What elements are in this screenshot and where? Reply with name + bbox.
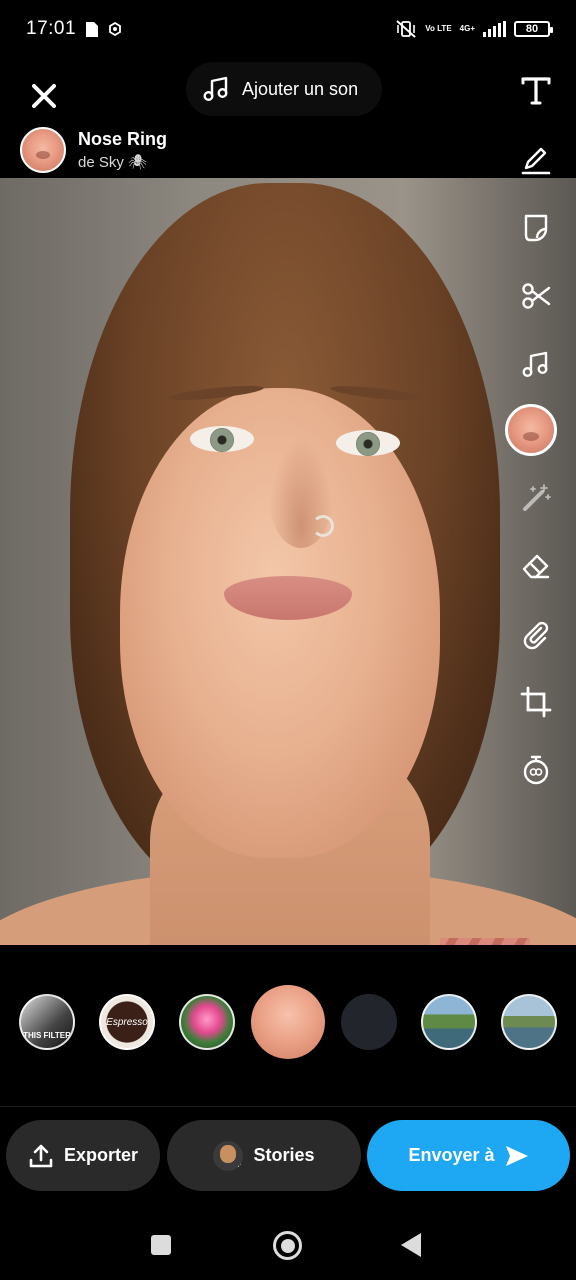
- lens-thumb-espresso[interactable]: Espresso: [99, 994, 155, 1050]
- muted-vibrate-icon: [396, 20, 416, 38]
- volte-badge: Vo LTE: [425, 24, 452, 33]
- photo-eye-left: [190, 426, 254, 452]
- upload-icon: [29, 1144, 53, 1167]
- lens-thumb-espresso-label: Espresso: [106, 1016, 148, 1028]
- stories-button[interactable]: Stories: [167, 1120, 361, 1191]
- lens-avatar[interactable]: [20, 127, 66, 173]
- export-button[interactable]: Exporter: [6, 1120, 160, 1191]
- lens-info[interactable]: Nose Ring de Sky 🕷: [20, 127, 167, 173]
- send-arrow-icon: [505, 1145, 528, 1166]
- add-sound-button[interactable]: Ajouter un son: [186, 62, 382, 116]
- system-nav-bar: [0, 1210, 576, 1280]
- timer-tool-button[interactable]: [518, 752, 554, 788]
- recents-button[interactable]: [151, 1235, 171, 1255]
- lens-thumb-nose-ring[interactable]: [251, 985, 325, 1059]
- eraser-tool-button[interactable]: [518, 548, 554, 584]
- home-button[interactable]: [273, 1231, 302, 1260]
- crop-icon: [520, 686, 552, 718]
- attach-tool-button[interactable]: [518, 616, 554, 652]
- lens-thumb-landscape-2[interactable]: [501, 994, 557, 1050]
- lens-author: de Sky 🕷: [78, 154, 148, 171]
- back-button[interactable]: [401, 1233, 421, 1257]
- photo-preview[interactable]: [0, 178, 576, 945]
- send-to-label: Envoyer à: [408, 1145, 495, 1165]
- timer-icon: [523, 755, 549, 785]
- status-bar: 17:01 Vo LTE 4G+ 80: [0, 0, 576, 58]
- stories-label: Stories: [253, 1145, 315, 1165]
- photo-eye-right: [336, 430, 400, 456]
- export-label: Exporter: [63, 1145, 139, 1165]
- crop-tool-button[interactable]: [518, 684, 554, 720]
- file-icon: [86, 21, 99, 37]
- magic-tool-button[interactable]: [518, 480, 554, 516]
- settings-hex-icon: [109, 22, 121, 36]
- nose-ring-overlay: [312, 515, 334, 537]
- paperclip-icon: [523, 621, 549, 650]
- bitmoji-avatar-icon: [213, 1140, 244, 1171]
- lens-carousel[interactable]: THIS FILTER Espresso: [0, 985, 576, 1059]
- eraser-icon: [522, 554, 550, 579]
- lens-thumb-bw[interactable]: THIS FILTER: [19, 994, 75, 1050]
- action-bar: Exporter Stories Envoyer à: [0, 1106, 576, 1206]
- lens-thumb-landscape-1[interactable]: [421, 994, 477, 1050]
- close-button[interactable]: [26, 78, 62, 114]
- send-to-button[interactable]: Envoyer à: [367, 1120, 570, 1191]
- close-icon: [32, 84, 56, 108]
- lens-thumb-dark[interactable]: [341, 994, 397, 1050]
- magic-wand-icon: [523, 484, 551, 511]
- lens-title: Nose Ring: [78, 129, 168, 149]
- add-sound-label: Ajouter un son: [242, 78, 359, 99]
- status-time: 17:01: [26, 18, 77, 39]
- lens-thumb-bw-label: THIS FILTER: [23, 1030, 71, 1040]
- edit-toolbar-lower: [506, 0, 576, 960]
- signal-icon: [483, 21, 506, 37]
- network-type: 4G+: [459, 24, 475, 33]
- music-note-icon: [203, 76, 228, 102]
- lens-thumb-rose[interactable]: [179, 994, 235, 1050]
